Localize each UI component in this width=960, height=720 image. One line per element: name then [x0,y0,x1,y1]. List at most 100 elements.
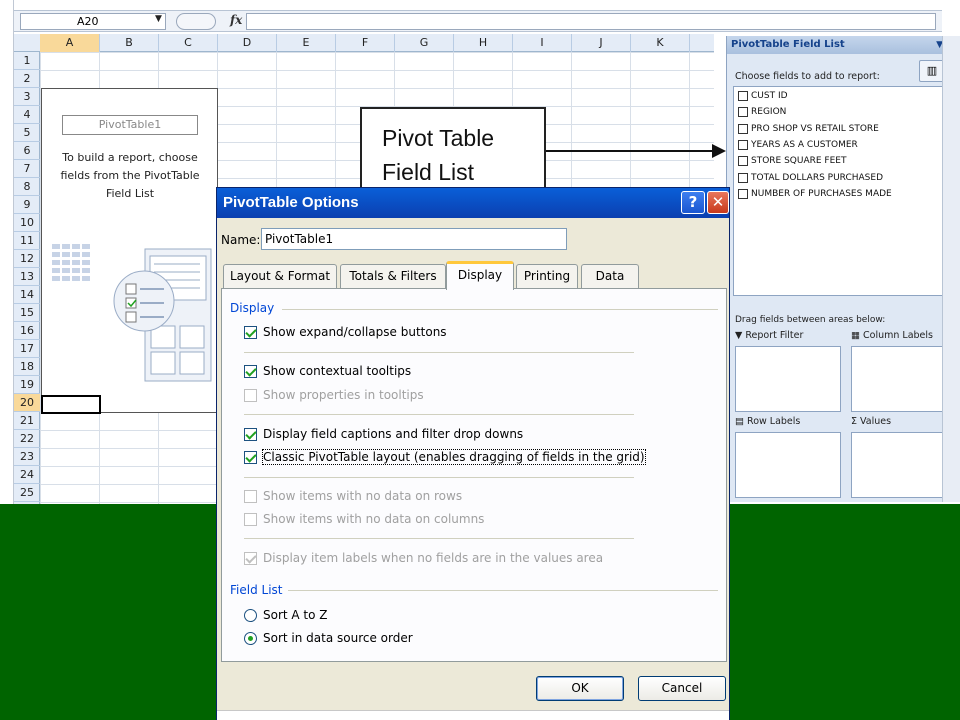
checkbox [244,489,257,503]
option-divider [244,477,634,478]
dialog-title-bar[interactable]: PivotTable Options [217,188,729,218]
row-header-cell[interactable]: 18 [14,358,40,376]
column-labels-text: Column Labels [863,330,933,341]
row-header-cell[interactable]: 24 [14,466,40,484]
column-header-cell[interactable]: G [395,34,454,52]
row-header-cell[interactable]: 4 [14,106,40,124]
row-labels-label: ▤ Row Labels [735,416,800,427]
formula-input[interactable] [246,13,936,30]
checkbox[interactable] [244,364,257,378]
field-checkbox[interactable] [738,156,748,167]
field-list-item[interactable]: CUST ID [738,91,788,101]
field-list-item[interactable]: YEARS AS A CUSTOMER [738,139,858,150]
field-checkbox[interactable] [738,91,748,101]
tab-layout-format[interactable]: Layout & Format [223,264,337,289]
formula-buttons[interactable] [176,13,216,30]
row-header-cell[interactable]: 10 [14,214,40,232]
field-checkbox[interactable] [738,172,748,183]
field-list-item[interactable]: REGION [738,107,786,118]
sort-data-source-option[interactable]: Sort in data source order [244,631,413,645]
callout-line: Field List [382,159,475,185]
row-header-cell[interactable]: 12 [14,250,40,268]
column-header-cell[interactable]: E [277,34,336,52]
option-expand-collapse[interactable]: Show expand/collapse buttons [244,325,447,339]
row-header-cell[interactable]: 6 [14,142,40,160]
row-header-cell[interactable]: 8 [14,178,40,196]
row-header-cell[interactable]: 15 [14,304,40,322]
field-checkbox[interactable] [738,188,748,199]
pivot-name-input[interactable]: PivotTable1 [261,228,567,250]
radio-button[interactable] [244,608,257,622]
row-header-cell[interactable]: 13 [14,268,40,286]
name-box[interactable]: A20 ▼ [20,13,166,30]
tab-printing[interactable]: Printing [516,264,578,289]
option-label: Sort in data source order [263,631,413,645]
pivot-instruction-line: Field List [105,187,155,200]
field-list-item[interactable]: STORE SQUARE FEET [738,156,846,167]
row-header-cell[interactable]: 9 [14,196,40,214]
chevron-down-icon[interactable]: ▼ [155,14,162,24]
display-section-label: Display [230,301,275,315]
row-header-cell[interactable]: 3 [14,88,40,106]
tab-totals-filters[interactable]: Totals & Filters [340,264,446,289]
column-header-cell[interactable]: K [631,34,690,52]
checkbox[interactable] [244,325,257,339]
column-header-cell[interactable]: H [454,34,513,52]
active-cell[interactable] [41,395,101,414]
row-labels-area[interactable] [735,432,841,498]
field-checkbox[interactable] [738,139,748,150]
row-header-cell[interactable]: 16 [14,322,40,340]
field-list-item[interactable]: NUMBER OF PURCHASES MADE [738,188,892,199]
row-header-cell[interactable]: 25 [14,484,40,502]
option-contextual-tooltips[interactable]: Show contextual tooltips [244,364,411,378]
dialog-bottom-edge [217,710,729,720]
help-button[interactable]: ? [681,191,705,214]
radio-button[interactable] [244,631,257,645]
display-tab-panel: Display Show expand/collapse buttons Sho… [221,288,727,662]
row-header-cell[interactable]: 7 [14,160,40,178]
ok-button[interactable]: OK [536,676,624,701]
tab-data[interactable]: Data [581,264,639,289]
field-list-item[interactable]: TOTAL DOLLARS PURCHASED [738,172,883,183]
row-header-cell[interactable]: 2 [14,70,40,88]
option-classic-layout[interactable]: Classic PivotTable layout (enables dragg… [244,449,646,465]
row-header-cell[interactable]: 23 [14,448,40,466]
column-header-cell[interactable]: B [100,34,159,52]
checkbox[interactable] [244,450,257,464]
close-button[interactable]: ✕ [707,191,729,214]
column-header-cell[interactable]: A [40,34,100,52]
row-header-cell[interactable]: 5 [14,124,40,142]
field-checkbox[interactable] [738,107,748,118]
tab-display[interactable]: Display [446,261,514,290]
pivot-instructions: To build a report, choose fields from th… [50,149,210,203]
pane-scrollbar[interactable] [942,36,960,502]
row-header-cell[interactable]: 14 [14,286,40,304]
field-checkbox[interactable] [738,123,748,134]
row-header-cell[interactable]: 17 [14,340,40,358]
column-header-cell[interactable]: C [159,34,218,52]
option-field-captions[interactable]: Display field captions and filter drop d… [244,427,523,441]
row-header-cell[interactable]: 21 [14,412,40,430]
column-header-cell[interactable]: F [336,34,395,52]
row-header-cell[interactable]: 1 [14,52,40,70]
row-header-cell[interactable]: 20 [14,394,40,412]
row-header-cell[interactable]: 19 [14,376,40,394]
field-name: PRO SHOP VS RETAIL STORE [751,123,879,134]
drag-fields-label: Drag fields between areas below: [735,315,886,325]
row-header-cell[interactable]: 11 [14,232,40,250]
column-labels-label: ▦ Column Labels [851,330,933,341]
cancel-button[interactable]: Cancel [638,676,726,701]
field-list-item[interactable]: PRO SHOP VS RETAIL STORE [738,123,879,134]
insert-function-icon[interactable]: fx [230,13,242,27]
report-filter-area[interactable] [735,346,841,412]
column-header-cell[interactable]: I [513,34,572,52]
layout-icon: ▥ [926,64,938,77]
column-header-cell[interactable]: D [218,34,277,52]
pivot-table-placeholder[interactable]: PivotTable1 To build a report, choose fi… [41,88,218,413]
checkbox[interactable] [244,427,257,441]
option-properties-tooltips: Show properties in tooltips [244,388,424,402]
sort-a-to-z-option[interactable]: Sort A to Z [244,608,328,622]
row-header-cell[interactable]: 22 [14,430,40,448]
report-filter-text: Report Filter [745,330,804,341]
column-header-cell[interactable]: J [572,34,631,52]
